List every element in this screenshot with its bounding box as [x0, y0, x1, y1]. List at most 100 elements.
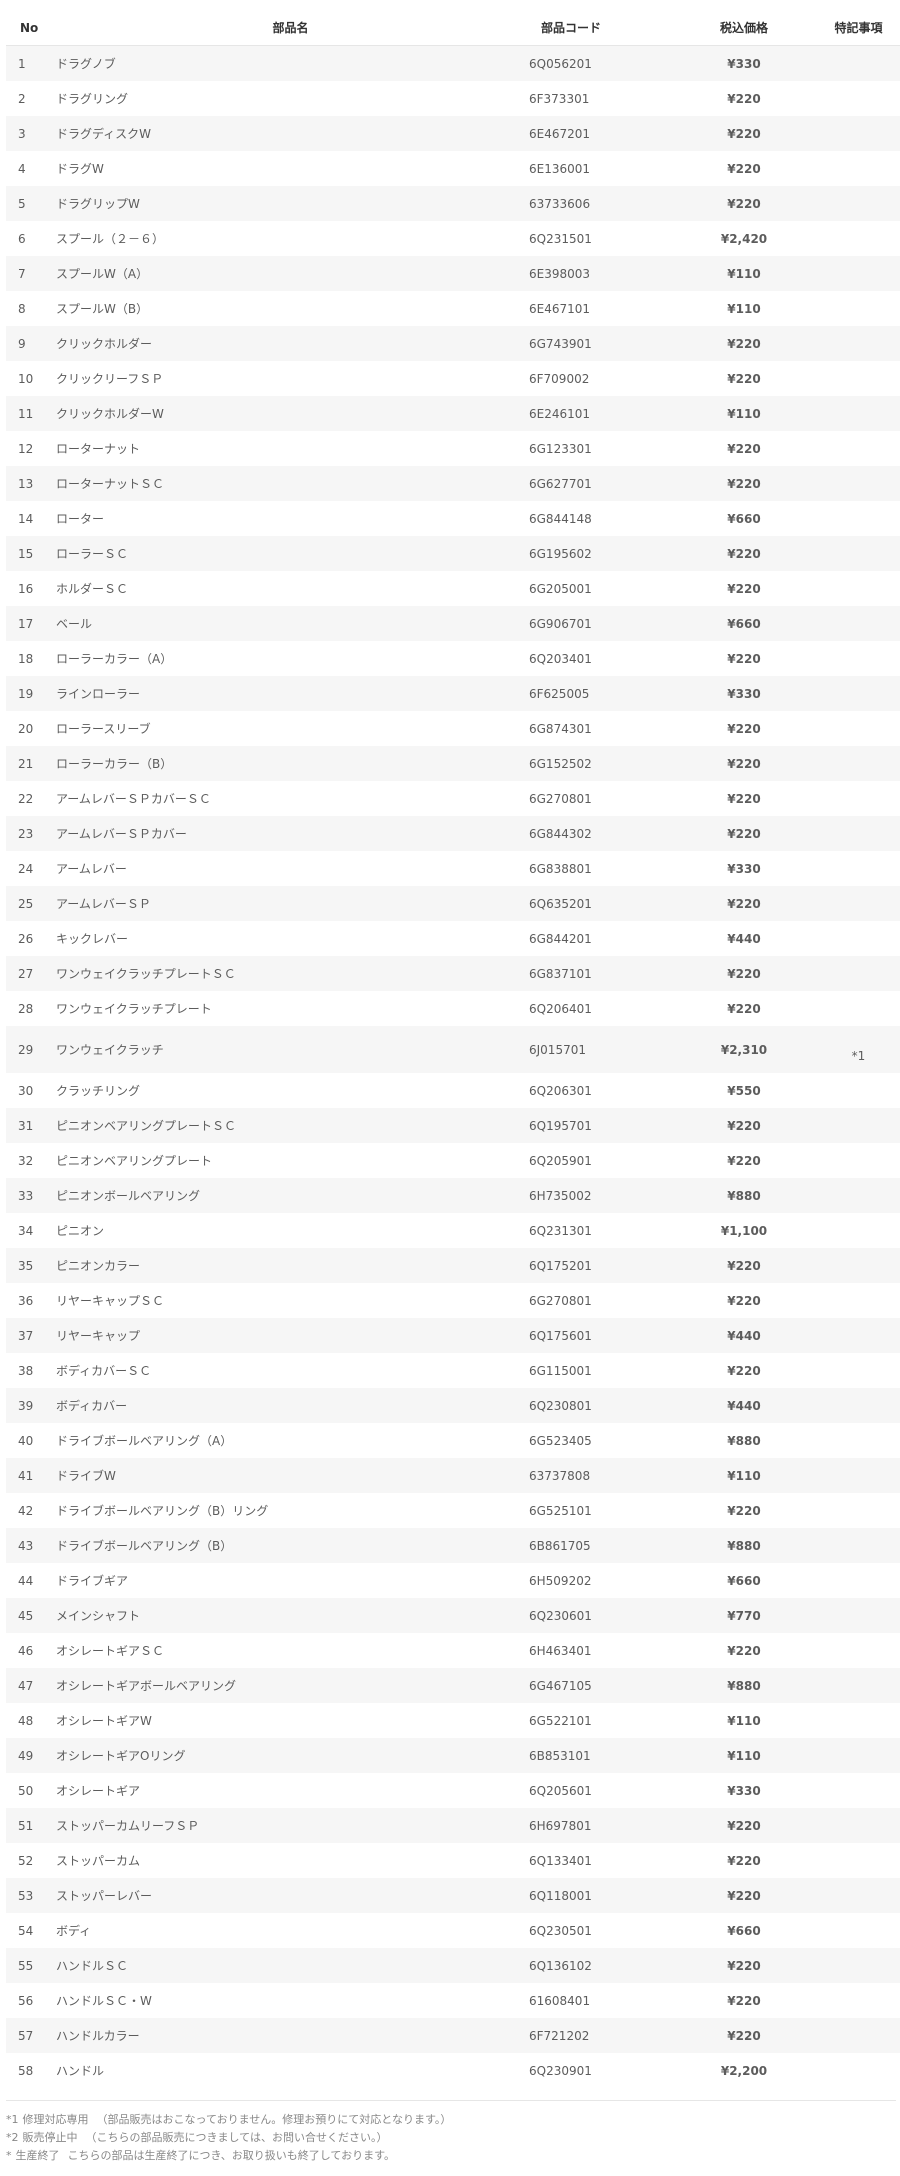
- cell-part-name: ワンウェイクラッチプレート: [52, 991, 529, 1026]
- cell-part-code: 6G844201: [529, 921, 681, 956]
- cell-price: ¥2,310: [681, 1026, 807, 1073]
- table-row: 57 ハンドルカラー 6F721202 ¥220: [6, 2018, 900, 2053]
- cell-price: ¥220: [681, 781, 807, 816]
- header-part-code: 部品コード: [529, 10, 681, 46]
- cell-notes: [807, 1563, 900, 1598]
- cell-part-code: 6G525101: [529, 1493, 681, 1528]
- table-row: 54 ボディ 6Q230501 ¥660: [6, 1913, 900, 1948]
- cell-part-code: 6E467201: [529, 116, 681, 151]
- cell-no: 51: [6, 1808, 52, 1843]
- cell-part-name: クリックリーフＳＰ: [52, 361, 529, 396]
- cell-notes: [807, 1598, 900, 1633]
- footnote-symbol: *1: [6, 2113, 19, 2126]
- cell-part-code: 6G152502: [529, 746, 681, 781]
- cell-part-code: 6Q136102: [529, 1948, 681, 1983]
- cell-price: ¥880: [681, 1668, 807, 1703]
- cell-part-name: リヤーキャップＳＣ: [52, 1283, 529, 1318]
- table-row: 50 オシレートギア 6Q205601 ¥330: [6, 1773, 900, 1808]
- cell-part-name: スプールW（A）: [52, 256, 529, 291]
- cell-no: 33: [6, 1178, 52, 1213]
- cell-part-name: ピニオンベアリングプレート: [52, 1143, 529, 1178]
- cell-part-name: ラインローラー: [52, 676, 529, 711]
- cell-part-code: 6Q133401: [529, 1843, 681, 1878]
- cell-part-name: ドラグノブ: [52, 45, 529, 81]
- cell-price: ¥220: [681, 1248, 807, 1283]
- table-row: 51 ストッパーカムリーフＳＰ 6H697801 ¥220: [6, 1808, 900, 1843]
- table-row: 23 アームレバーＳＰカバー 6G844302 ¥220: [6, 816, 900, 851]
- cell-notes: [807, 676, 900, 711]
- cell-part-code: 63733606: [529, 186, 681, 221]
- cell-price: ¥220: [681, 1143, 807, 1178]
- cell-part-code: 6B861705: [529, 1528, 681, 1563]
- cell-part-name: キックレバー: [52, 921, 529, 956]
- cell-part-name: ベール: [52, 606, 529, 641]
- cell-price: ¥220: [681, 151, 807, 186]
- cell-notes: *1: [807, 1026, 900, 1073]
- table-row: 2 ドラグリング 6F373301 ¥220: [6, 81, 900, 116]
- header-part-name: 部品名: [52, 10, 529, 46]
- header-row: No 部品名 部品コード 税込価格 特記事項: [6, 10, 900, 46]
- cell-price: ¥220: [681, 886, 807, 921]
- cell-notes: [807, 1773, 900, 1808]
- cell-price: ¥660: [681, 1563, 807, 1598]
- cell-part-name: アームレバー: [52, 851, 529, 886]
- header-notes: 特記事項: [807, 10, 900, 46]
- cell-part-name: メインシャフト: [52, 1598, 529, 1633]
- cell-part-code: 6G467105: [529, 1668, 681, 1703]
- table-row: 35 ピニオンカラー 6Q175201 ¥220: [6, 1248, 900, 1283]
- footnote-label: 生産終了: [15, 2149, 60, 2162]
- cell-price: ¥2,200: [681, 2053, 807, 2088]
- cell-no: 30: [6, 1073, 52, 1108]
- table-row: 25 アームレバーＳＰ 6Q635201 ¥220: [6, 886, 900, 921]
- cell-notes: [807, 45, 900, 81]
- cell-part-name: ボディ: [52, 1913, 529, 1948]
- cell-notes: [807, 1213, 900, 1248]
- table-row: 19 ラインローラー 6F625005 ¥330: [6, 676, 900, 711]
- table-row: 43 ドライブボールベアリング（B） 6B861705 ¥880: [6, 1528, 900, 1563]
- cell-no: 1: [6, 45, 52, 81]
- table-row: 26 キックレバー 6G844201 ¥440: [6, 921, 900, 956]
- cell-part-name: アームレバーＳＰカバー: [52, 816, 529, 851]
- footnotes: *1 修理対応専用 （部品販売はおこなっておりません。修理お預りにて対応となります。…: [6, 2100, 896, 2165]
- table-row: 37 リヤーキャップ 6Q175601 ¥440: [6, 1318, 900, 1353]
- cell-part-code: 6G195602: [529, 536, 681, 571]
- cell-price: ¥220: [681, 1633, 807, 1668]
- note-mark: *1: [851, 1048, 866, 1063]
- table-row: 8 スプールW（B） 6E467101 ¥110: [6, 291, 900, 326]
- cell-part-code: 6G522101: [529, 1703, 681, 1738]
- table-row: 38 ボディカバーＳＣ 6G115001 ¥220: [6, 1353, 900, 1388]
- table-row: 34 ピニオン 6Q231301 ¥1,100: [6, 1213, 900, 1248]
- cell-price: ¥330: [681, 1773, 807, 1808]
- cell-price: ¥330: [681, 851, 807, 886]
- cell-part-name: ローラーＳＣ: [52, 536, 529, 571]
- cell-no: 18: [6, 641, 52, 676]
- cell-price: ¥880: [681, 1528, 807, 1563]
- cell-notes: [807, 361, 900, 396]
- cell-no: 43: [6, 1528, 52, 1563]
- cell-no: 13: [6, 466, 52, 501]
- cell-price: ¥220: [681, 991, 807, 1026]
- cell-notes: [807, 431, 900, 466]
- table-row: 6 スプール（２－６） 6Q231501 ¥2,420: [6, 221, 900, 256]
- cell-notes: [807, 151, 900, 186]
- cell-price: ¥220: [681, 1948, 807, 1983]
- cell-no: 35: [6, 1248, 52, 1283]
- cell-part-name: ワンウェイクラッチ: [52, 1026, 529, 1073]
- cell-part-name: ローラーカラー（A）: [52, 641, 529, 676]
- cell-price: ¥110: [681, 256, 807, 291]
- cell-no: 49: [6, 1738, 52, 1773]
- header-price: 税込価格: [681, 10, 807, 46]
- cell-notes: [807, 816, 900, 851]
- cell-notes: [807, 501, 900, 536]
- cell-price: ¥220: [681, 1493, 807, 1528]
- cell-part-code: 6H735002: [529, 1178, 681, 1213]
- table-row: 52 ストッパーカム 6Q133401 ¥220: [6, 1843, 900, 1878]
- cell-no: 16: [6, 571, 52, 606]
- table-row: 17 ベール 6G906701 ¥660: [6, 606, 900, 641]
- cell-notes: [807, 746, 900, 781]
- cell-price: ¥220: [681, 1108, 807, 1143]
- cell-no: 53: [6, 1878, 52, 1913]
- cell-part-code: 6Q056201: [529, 45, 681, 81]
- cell-part-name: ドライブボールベアリング（B）: [52, 1528, 529, 1563]
- cell-price: ¥110: [681, 1703, 807, 1738]
